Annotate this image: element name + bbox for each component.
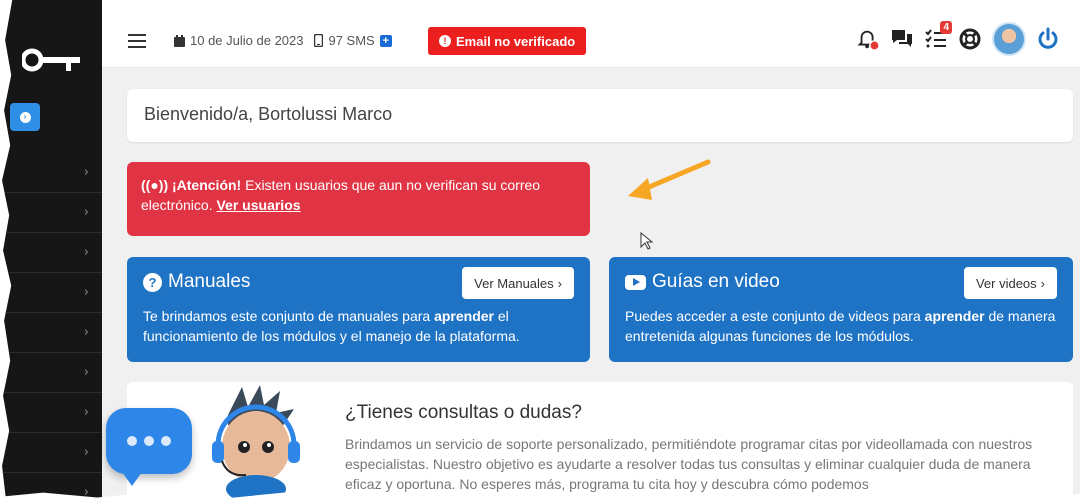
view-manuals-button[interactable]: Ver Manuales ›	[462, 267, 574, 299]
tasks-list-icon[interactable]: 4	[924, 21, 952, 51]
calendar-icon	[174, 34, 185, 47]
top-bar: 10 de Julio de 2023 97 SMS + ! Email no …	[102, 0, 1080, 68]
manuals-desc-bold: aprender	[434, 308, 494, 324]
manuals-desc-text: Te brindamos este conjunto de manuales p…	[143, 308, 431, 324]
chevron-right-icon: ›	[83, 405, 89, 420]
sidebar-item[interactable]: ›	[2, 273, 102, 313]
manuals-description: Te brindamos este conjunto de manuales p…	[143, 306, 574, 346]
mouse-cursor-icon	[640, 232, 654, 250]
sidebar: › › › › › › › › › ›	[2, 0, 102, 501]
question-icon: ?	[143, 272, 162, 292]
video-guides-description: Puedes acceder a este conjunto de videos…	[625, 306, 1057, 346]
manuals-title: Manuales	[168, 271, 251, 292]
chevron-right-icon: ›	[83, 245, 89, 260]
chevron-right-icon: ›	[83, 205, 89, 220]
welcome-banner: Bienvenido/a, Bortolussi Marco	[127, 89, 1073, 142]
email-unverified-badge[interactable]: ! Email no verificado	[428, 27, 587, 55]
sidebar-item[interactable]: ›	[2, 313, 102, 353]
support-text: Brindamos un servicio de soporte persona…	[345, 436, 1033, 492]
video-guides-title: Guías en video	[652, 271, 780, 292]
sidebar-toggle-button[interactable]: ›	[10, 103, 40, 131]
email-badge-label: Email no verificado	[456, 33, 576, 49]
chat-icon[interactable]	[890, 27, 914, 51]
sidebar-item[interactable]: ›	[2, 233, 102, 273]
avatar[interactable]	[992, 22, 1026, 56]
tasks-count-badge: 4	[940, 21, 952, 34]
mobile-phone-icon	[314, 34, 324, 47]
top-info: 10 de Julio de 2023 97 SMS +	[174, 33, 392, 48]
view-manuals-label: Ver Manuales	[474, 275, 554, 291]
support-title: ¿Tienes consultas o dudas?	[345, 402, 582, 423]
video-desc-bold: aprender	[924, 308, 985, 324]
hamburger-menu-icon[interactable]	[128, 34, 146, 48]
power-logout-icon[interactable]	[1036, 27, 1060, 51]
sidebar-item[interactable]: ›	[2, 433, 102, 473]
video-desc-text: Puedes acceder a este conjunto de videos…	[625, 308, 921, 324]
view-videos-button[interactable]: Ver videos ›	[963, 267, 1057, 299]
notifications-bell-icon[interactable]	[856, 27, 880, 51]
sidebar-item[interactable]: ›	[2, 393, 102, 433]
chevron-right-icon: ›	[19, 111, 31, 123]
chevron-right-icon: ›	[83, 325, 89, 340]
sidebar-item[interactable]: ›	[2, 193, 102, 233]
help-support-icon[interactable]	[958, 27, 982, 51]
video-guides-card: Guías en video Puedes acceder a este con…	[609, 257, 1073, 362]
sms-count: 97 SMS	[328, 33, 375, 48]
add-sms-icon[interactable]: +	[379, 34, 392, 47]
sidebar-item[interactable]: ›	[2, 153, 102, 193]
chat-bubble-icon	[106, 408, 192, 486]
alert-title: ¡Atención!	[172, 177, 242, 193]
pointer-arrow-icon	[628, 159, 711, 200]
date-text: 10 de Julio de 2023	[190, 33, 304, 48]
key-logo-icon[interactable]	[22, 46, 82, 74]
view-videos-label: Ver videos	[975, 275, 1037, 291]
chevron-right-icon: ›	[83, 285, 89, 300]
sidebar-item[interactable]: ›	[2, 353, 102, 393]
welcome-text: Bienvenido/a, Bortolussi Marco	[144, 104, 393, 124]
youtube-icon	[625, 274, 646, 290]
chevron-right-icon: ›	[83, 365, 89, 380]
verification-alert: ((●)) ¡Atención! Existen usuarios que au…	[127, 162, 590, 236]
top-icons: 4	[856, 21, 1060, 56]
chevron-right-icon: ›	[83, 165, 89, 180]
broadcast-icon: ((●))	[141, 177, 169, 193]
info-icon: !	[439, 35, 451, 47]
chevron-right-icon: ›	[1040, 275, 1045, 291]
manuals-card: ? Manuales Te brindamos este conjunto de…	[127, 257, 590, 362]
support-mascot-icon	[212, 385, 300, 501]
chevron-right-icon: ›	[83, 445, 89, 460]
view-users-link[interactable]: Ver usuarios	[216, 197, 300, 213]
chevron-right-icon: ›	[557, 275, 562, 291]
